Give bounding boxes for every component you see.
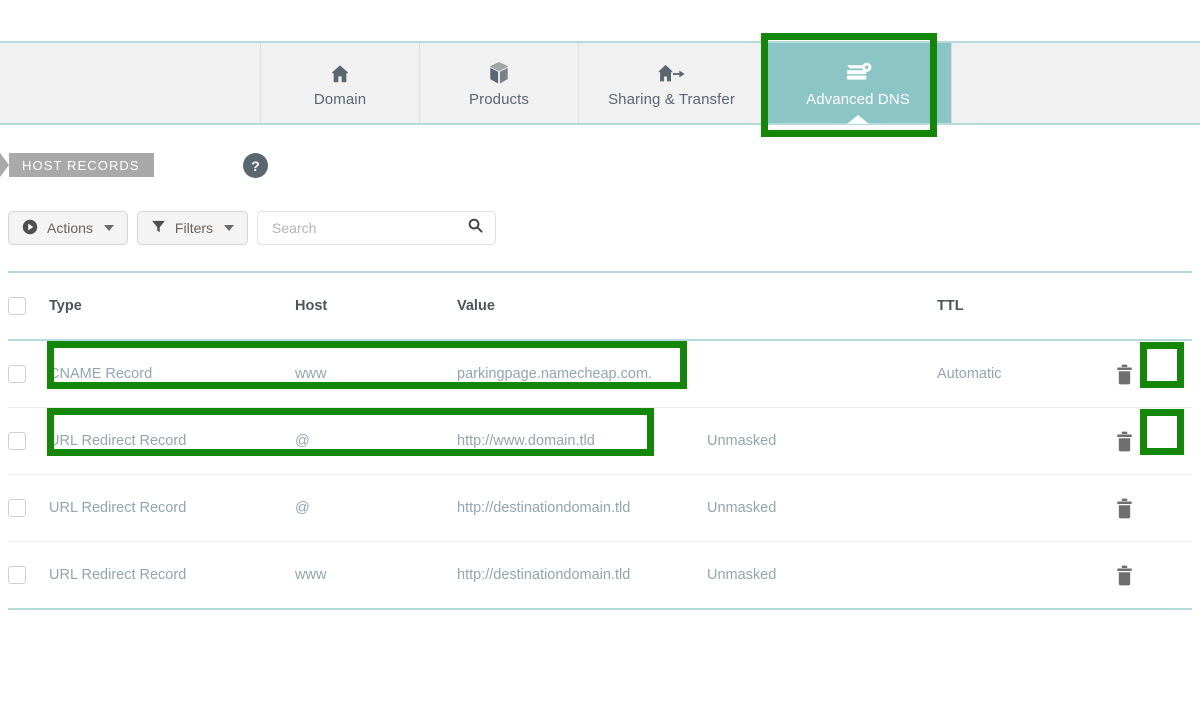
tab-sharing-transfer[interactable]: Sharing & Transfer bbox=[579, 43, 765, 123]
row-checkbox[interactable] bbox=[8, 566, 26, 584]
select-all-checkbox[interactable] bbox=[8, 297, 26, 315]
select-all-cell bbox=[8, 297, 49, 315]
cell-value: http://destinationdomain.tld bbox=[457, 500, 631, 516]
server-gear-icon bbox=[843, 59, 873, 85]
cell-extra: Unmasked bbox=[707, 567, 777, 583]
help-badge-label: ? bbox=[251, 157, 260, 174]
tab-label-products: Products bbox=[469, 90, 529, 108]
row-checkbox[interactable] bbox=[8, 365, 26, 383]
row-select-cell bbox=[8, 365, 49, 383]
cell-type: URL Redirect Record bbox=[49, 433, 187, 449]
row-select-cell bbox=[8, 499, 49, 517]
magnifier-icon[interactable] bbox=[467, 217, 484, 239]
tab-domain[interactable]: Domain bbox=[261, 43, 420, 123]
chevron-down-icon bbox=[224, 225, 235, 231]
row-actions-cell bbox=[1107, 431, 1192, 452]
trash-icon[interactable] bbox=[1116, 364, 1133, 385]
host-records-table: Type Host Value TTL CNAME Record www par… bbox=[8, 271, 1192, 610]
table-header-row: Type Host Value TTL bbox=[8, 271, 1192, 341]
search-box[interactable] bbox=[257, 211, 497, 245]
cell-value: parkingpage.namecheap.com. bbox=[457, 366, 653, 382]
cell-host: @ bbox=[295, 433, 310, 449]
column-header-type: Type bbox=[49, 298, 82, 314]
filters-button-label: Filters bbox=[174, 220, 214, 236]
column-header-value: Value bbox=[457, 298, 495, 314]
actions-button-label: Actions bbox=[47, 220, 93, 236]
funnel-icon bbox=[151, 219, 166, 237]
cell-extra: Unmasked bbox=[707, 500, 777, 516]
table-row[interactable]: CNAME Record www parkingpage.namecheap.c… bbox=[8, 341, 1192, 408]
column-header-ttl: TTL bbox=[937, 298, 964, 314]
trash-icon[interactable] bbox=[1116, 565, 1133, 586]
column-header-host: Host bbox=[295, 298, 328, 314]
active-tab-caret-icon bbox=[847, 115, 869, 124]
primary-tab-bar: Domain Products Sharing & Transfer Advan… bbox=[0, 41, 1200, 125]
cell-host: www bbox=[295, 567, 327, 583]
tab-advanced-dns[interactable]: Advanced DNS bbox=[765, 43, 951, 124]
row-select-cell bbox=[8, 566, 49, 584]
cell-ttl: Automatic bbox=[937, 366, 1002, 382]
row-actions-cell bbox=[1107, 498, 1192, 519]
cell-value: http://www.domain.tld bbox=[457, 433, 595, 449]
trash-icon[interactable] bbox=[1116, 498, 1133, 519]
row-checkbox[interactable] bbox=[8, 432, 26, 450]
table-row[interactable]: URL Redirect Record @ http://www.domain.… bbox=[8, 408, 1192, 475]
tab-products[interactable]: Products bbox=[420, 43, 579, 123]
cell-type: URL Redirect Record bbox=[49, 500, 187, 516]
cell-type: URL Redirect Record bbox=[49, 567, 187, 583]
row-actions-cell bbox=[1107, 565, 1192, 586]
help-icon[interactable]: ? bbox=[243, 153, 268, 178]
tab-bar-right-spacer bbox=[951, 43, 1200, 123]
actions-button[interactable]: Actions bbox=[8, 211, 128, 245]
house-icon bbox=[329, 59, 351, 85]
tab-label-advanced-dns: Advanced DNS bbox=[806, 90, 910, 108]
box-icon bbox=[488, 59, 510, 85]
section-ribbon-host-records: HOST RECORDS bbox=[0, 153, 154, 177]
trash-icon[interactable] bbox=[1116, 431, 1133, 452]
search-input[interactable] bbox=[270, 219, 455, 237]
row-select-cell bbox=[8, 432, 49, 450]
filters-button[interactable]: Filters bbox=[136, 211, 249, 245]
cell-host: @ bbox=[295, 500, 310, 516]
chevron-down-icon bbox=[103, 225, 114, 231]
table-row[interactable]: URL Redirect Record www http://destinati… bbox=[8, 542, 1192, 610]
cell-extra: Unmasked bbox=[707, 433, 777, 449]
tab-label-domain: Domain bbox=[313, 90, 367, 108]
house-arrow-icon bbox=[657, 59, 687, 85]
ribbon-label: HOST RECORDS bbox=[22, 157, 140, 173]
cell-host: www bbox=[295, 366, 327, 382]
table-row[interactable]: URL Redirect Record @ http://destination… bbox=[8, 475, 1192, 542]
records-toolbar: Actions Filters bbox=[8, 211, 497, 245]
cell-type: CNAME Record bbox=[49, 366, 153, 382]
play-circle-icon bbox=[22, 219, 38, 238]
tab-bar-left-spacer bbox=[0, 43, 261, 123]
row-checkbox[interactable] bbox=[8, 499, 26, 517]
cell-value: http://destinationdomain.tld bbox=[457, 567, 631, 583]
tab-label-sharing-transfer: Sharing & Transfer bbox=[608, 90, 735, 108]
row-actions-cell bbox=[1107, 364, 1192, 385]
